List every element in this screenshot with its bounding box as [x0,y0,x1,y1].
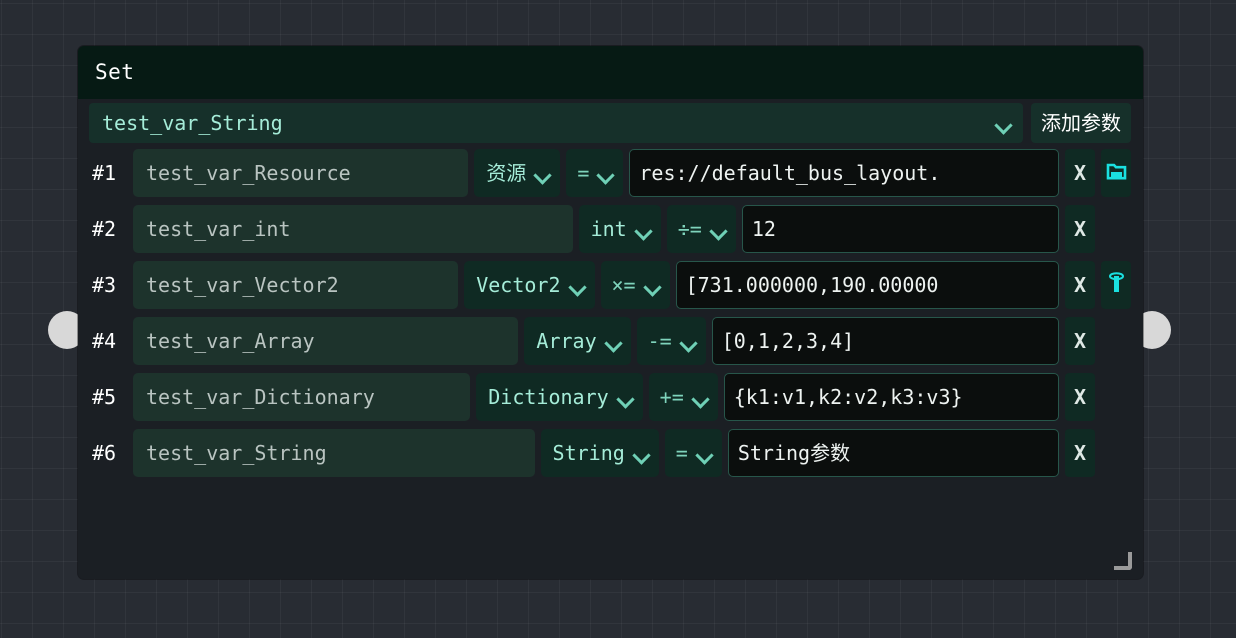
parameter-row: #5 test_var_Dictionary Dictionary += {k1:v1,… [89,369,1131,425]
parameter-row: #1 test_var_Resource 资源 = res://default_bus_… [89,145,1131,201]
parameter-row: #6 test_var_String String = String参数 X [89,425,1131,481]
close-icon: X [1073,441,1087,465]
parameter-type-value: Array [536,329,597,353]
parameter-operator-value: -= [647,329,672,353]
remove-parameter-button[interactable]: X [1065,317,1095,365]
parameter-operator-value: = [675,441,688,465]
parameter-index-label: #6 [92,441,117,465]
parameter-name-input[interactable]: test_var_Dictionary [133,373,471,421]
remove-parameter-button[interactable]: X [1065,261,1096,309]
chevron-down-icon [645,281,660,290]
close-icon: X [1073,217,1087,241]
parameter-type-value: int [590,217,627,241]
close-icon: X [1073,329,1087,353]
parameter-index-label: #4 [92,329,117,353]
parameter-type-select[interactable]: int [578,205,661,253]
close-icon: X [1073,273,1087,297]
parameter-operator-select[interactable]: = [664,429,722,477]
parameter-name-input[interactable]: test_var_Vector2 [133,261,459,309]
row-icon-spacer [1101,429,1131,477]
add-parameter-button[interactable]: 添加参数 [1031,103,1131,143]
node-titlebar[interactable]: Set [78,46,1143,99]
parameter-type-select[interactable]: 资源 [474,149,561,197]
open-resource-button[interactable] [1101,149,1131,197]
resize-grip-icon[interactable] [1114,552,1132,570]
parameter-operator-select[interactable]: ÷= [666,205,736,253]
parameter-value-input[interactable]: res://default_bus_layout. [629,149,1059,197]
parameter-operator-select[interactable]: ×= [600,261,670,309]
parameter-name-input[interactable]: test_var_Array [133,317,519,365]
parameter-operator-value: ×= [611,273,636,297]
parameter-type-select[interactable]: Array [524,317,631,365]
parameter-row: #3 test_var_Vector2 Vector2 ×= [731.000000,1… [89,257,1132,313]
chevron-down-icon [606,337,621,346]
pick-position-button[interactable] [1101,261,1132,309]
node-header-row: test_var_String 添加参数 [89,101,1131,145]
parameter-row-list: #1 test_var_Resource 资源 = res://default_bus_… [89,145,1132,481]
close-icon: X [1073,385,1087,409]
parameter-row: #2 test_var_int int ÷= 12 X [89,201,1131,257]
parameter-index-label: #1 [92,161,117,185]
parameter-name-input[interactable]: test_var_int [133,205,573,253]
chevron-down-icon [693,393,708,402]
parameter-value-input[interactable]: [0,1,2,3,4] [711,317,1059,365]
chevron-down-icon [535,169,550,178]
parameter-type-value: String [552,441,625,465]
chevron-down-icon [636,225,651,234]
variable-select-value: test_var_String [102,111,283,135]
remove-parameter-button[interactable]: X [1065,205,1095,253]
parameter-type-select[interactable]: Dictionary [476,373,643,421]
parameter-operator-select[interactable]: += [648,373,718,421]
parameter-value-input[interactable]: 12 [741,205,1059,253]
parameter-index-label: #2 [92,217,117,241]
parameter-value-input[interactable]: String参数 [727,429,1060,477]
close-icon: X [1073,161,1087,185]
set-graph-node[interactable]: Set test_var_String 添加参数 #1 test_var_Reso… [78,46,1143,579]
row-icon-spacer [1101,205,1131,253]
chevron-down-icon [570,281,585,290]
parameter-type-select[interactable]: Vector2 [464,261,595,309]
remove-parameter-button[interactable]: X [1065,373,1096,421]
chevron-down-icon [711,225,726,234]
remove-parameter-button[interactable]: X [1065,149,1095,197]
remove-parameter-button[interactable]: X [1065,429,1096,477]
parameter-operator-select[interactable]: = [566,149,624,197]
row-icon-spacer [1101,373,1131,421]
parameter-row: #4 test_var_Array Array -= [0,1,2,3,4] X [89,313,1131,369]
parameter-name-input[interactable]: test_var_String [133,429,535,477]
parameter-operator-value: = [577,161,590,185]
chevron-down-icon [618,393,633,402]
parameter-name-input[interactable]: test_var_Resource [133,149,469,197]
parameter-operator-value: += [659,385,684,409]
parameter-type-select[interactable]: String [540,429,659,477]
variable-select[interactable]: test_var_String [89,103,1023,143]
node-title: Set [95,60,135,84]
chevron-down-icon [598,169,613,178]
parameter-operator-select[interactable]: -= [636,317,706,365]
parameter-index-label: #5 [92,385,117,409]
parameter-index-label: #3 [92,273,117,297]
parameter-value-input[interactable]: [731.000000,190.00000 [675,261,1060,309]
node-body: test_var_String 添加参数 #1 test_var_Resource… [78,99,1143,579]
folder-open-icon [1106,162,1127,185]
parameter-value-input[interactable]: {k1:v1,k2:v2,k3:v3} [723,373,1060,421]
chevron-down-icon [634,449,649,458]
parameter-type-value: 资源 [486,161,527,185]
position-pin-icon [1108,272,1125,298]
chevron-down-icon [996,119,1011,128]
parameter-type-value: Dictionary [488,385,609,409]
parameter-type-value: Vector2 [476,273,561,297]
row-icon-spacer [1101,317,1131,365]
chevron-down-icon [697,449,712,458]
parameter-operator-value: ÷= [677,217,702,241]
chevron-down-icon [681,337,696,346]
